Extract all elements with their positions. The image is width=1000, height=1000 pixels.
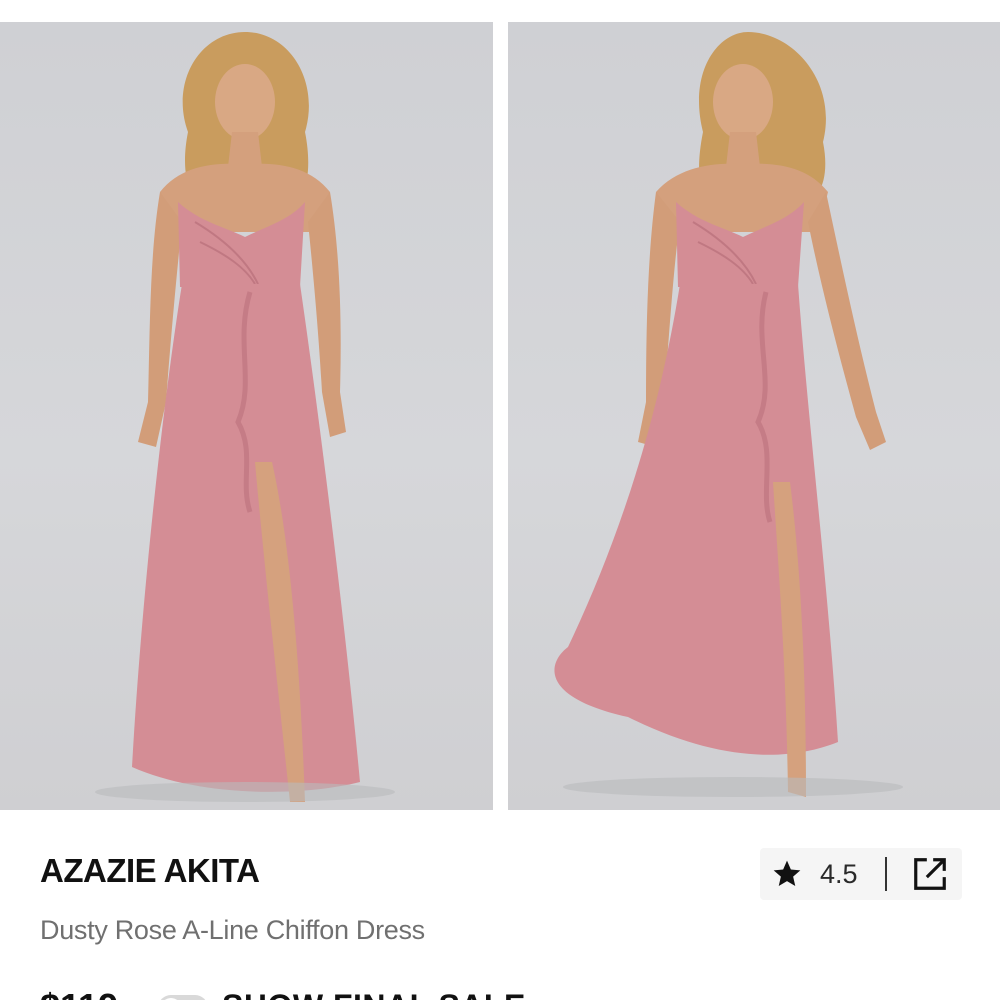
rating-share-bar: 4.5 (760, 848, 962, 900)
star-icon (773, 860, 801, 886)
product-gallery[interactable] (0, 22, 1000, 810)
product-brand: AZAZIE AKITA (40, 852, 260, 889)
divider (885, 857, 887, 891)
rating-value[interactable]: 4.5 (820, 859, 858, 890)
final-sale-label[interactable]: SHOW FINAL SALE (222, 988, 526, 1000)
share-external-icon[interactable] (911, 855, 949, 893)
dress-model-front-image (95, 32, 395, 802)
product-info: AZAZIE AKITA Dusty Rose A-Line Chiffon D… (0, 810, 1000, 1000)
price-row: $119 SHOW FINAL SALE (40, 986, 960, 1000)
product-name: Dusty Rose A-Line Chiffon Dress (40, 915, 425, 945)
dress-model-walking-image (554, 32, 903, 797)
product-image-front[interactable] (0, 22, 493, 810)
top-strip (0, 0, 1000, 20)
final-sale-toggle[interactable] (158, 995, 208, 1000)
product-price: $119 (40, 986, 118, 1000)
product-image-walking[interactable] (508, 22, 1000, 810)
